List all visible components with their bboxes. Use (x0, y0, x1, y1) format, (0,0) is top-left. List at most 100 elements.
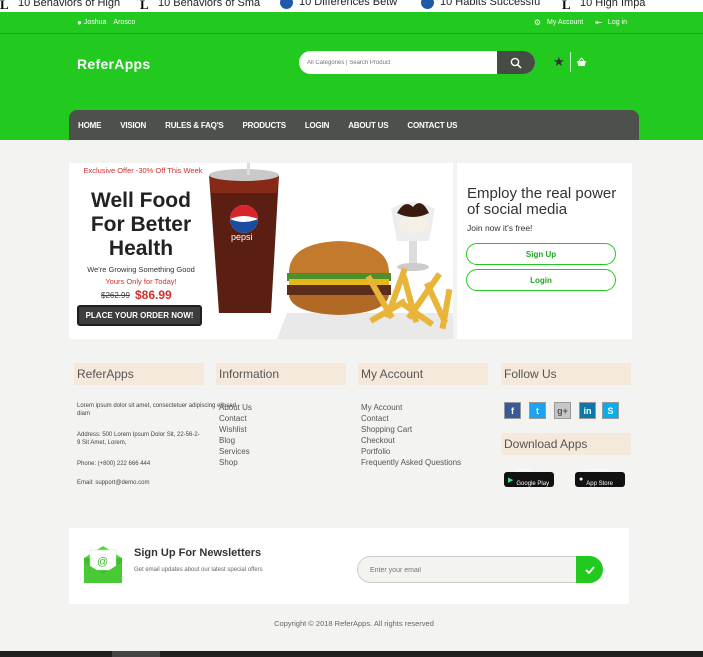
newsletter-subtitle: Get email updates about our latest speci… (134, 567, 263, 573)
footer-link-contact[interactable]: Contact (361, 413, 461, 424)
copyright: Copyright © 2018 ReferApps. All rights r… (274, 619, 434, 628)
letter-l-icon: L (140, 0, 149, 12)
user-first-name: Joshua (83, 19, 107, 26)
footer-download-title: Download Apps (501, 433, 631, 455)
blue-circle-icon (421, 0, 434, 9)
app-store-top-text: Available on the (586, 468, 608, 472)
app-store-badge[interactable]: ● Available on the App Store (575, 468, 625, 487)
browser-tab[interactable]: 10 Habits Successfu (421, 0, 548, 9)
footer-link-portfolio[interactable]: Portfolio (361, 446, 461, 457)
browser-tab-label: 10 Behaviors of High (18, 0, 121, 9)
nav-about-us[interactable]: ABOUT US (348, 121, 388, 130)
twitter-icon[interactable]: t (529, 402, 546, 419)
banner-headline: Well Food For Better Health (90, 189, 192, 260)
checkmark-icon (584, 565, 595, 574)
linkedin-icon[interactable]: in (579, 402, 596, 419)
letter-l-icon: L (0, 0, 9, 12)
divider (569, 52, 571, 72)
footer-link-about-us[interactable]: About Us (219, 402, 252, 413)
login-link[interactable]: Log in (608, 19, 627, 26)
footer-link-wishlist[interactable]: Wishlist (219, 424, 252, 435)
footer-link-shopping-cart[interactable]: Shopping Cart (361, 424, 461, 435)
nav-home[interactable]: HOME (78, 121, 101, 130)
newsletter-submit-button[interactable] (576, 556, 603, 583)
social-signup-card: Employ the real power of social media Jo… (457, 163, 632, 339)
browser-tab-label: 10 Differences Betw (299, 0, 398, 8)
cup-brand-label: pepsi (231, 232, 253, 242)
nav-vision[interactable]: VISION (120, 121, 146, 130)
footer-link-my-account[interactable]: My Account (361, 402, 461, 413)
footer-about-title: ReferApps (74, 363, 204, 385)
wishlist-star-icon[interactable]: ★ (553, 54, 565, 70)
skype-icon[interactable]: S (602, 402, 619, 419)
shopping-basket-icon[interactable] (576, 57, 587, 67)
footer-link-shop[interactable]: Shop (219, 457, 252, 468)
letter-l-icon: L (562, 0, 571, 12)
footer-information-title: Information (216, 363, 346, 385)
nav-login[interactable]: LOGIN (305, 121, 330, 130)
place-order-button[interactable]: PLACE YOUR ORDER NOW! (77, 305, 202, 326)
nav-rules-faqs[interactable]: RULES & FAQ'S (165, 121, 224, 130)
promo-banner[interactable]: Exclusive Offer -30% Off This Week Well … (69, 163, 453, 339)
browser-tab-label: 10 High Impa (580, 0, 646, 9)
gear-icon: ⚙ (533, 18, 542, 27)
footer-phone: Phone: (+800) 222 666 444 (77, 461, 151, 467)
old-price: $262.99 (101, 291, 130, 300)
nav-products[interactable]: PRODUCTS (243, 121, 286, 130)
footer-link-checkout[interactable]: Checkout (361, 435, 461, 446)
browser-tab[interactable]: L 10 Behaviors of High (0, 0, 126, 12)
food-image: pepsi (209, 163, 453, 339)
google-play-badge[interactable]: ▶ GET IT ON Google Play (504, 468, 554, 487)
svg-text:@: @ (97, 556, 108, 568)
footer-about-desc: Lorem ipsum dolor sit amet, consectetuer… (77, 403, 237, 417)
facebook-icon[interactable]: f (504, 402, 521, 419)
login-icon: ⇤ (595, 18, 602, 27)
browser-tab-label: 10 Behaviors of Sma (158, 0, 261, 9)
footer-link-blog[interactable]: Blog (219, 435, 252, 446)
newsletter-email-field (357, 556, 577, 583)
search-input[interactable] (307, 56, 492, 70)
footer-follow-title: Follow Us (501, 363, 631, 385)
taskbar (0, 651, 703, 657)
taskbar-item[interactable] (112, 651, 160, 657)
browser-tab-strip: L 10 Behaviors of High L 10 Behaviors of… (0, 0, 703, 12)
new-price: $86.99 (135, 288, 172, 302)
banner-today: Yours Only for Today! (105, 277, 177, 286)
blue-circle-icon (280, 0, 293, 9)
information-links: About Us Contact Wishlist Blog Services … (219, 402, 252, 468)
social-card-title: Employ the real power of social media (467, 185, 617, 218)
search-bar (299, 51, 535, 74)
play-store-icon: ▶ (508, 476, 514, 484)
browser-tab-label: 10 Habits Successfu (440, 0, 541, 8)
newsletter-email-input[interactable] (370, 564, 560, 576)
nav-contact-us[interactable]: CONTACT US (407, 121, 457, 130)
google-play-top-text: GET IT ON (516, 468, 532, 472)
site-logo[interactable]: ReferApps (77, 56, 151, 72)
app-store-text: App Store (586, 481, 613, 487)
footer-account-title: My Account (358, 363, 488, 385)
footer-link-faq[interactable]: Frequently Asked Questions (361, 457, 461, 468)
browser-tab[interactable]: L 10 Behaviors of Sma (140, 0, 266, 12)
top-bar: ● Joshua Arosco ⚙ My Account ⇤ Log in (0, 12, 703, 34)
banner-tagline: We're Growing Something Good (87, 265, 195, 274)
user-info[interactable]: ● Joshua Arosco (77, 18, 140, 27)
footer-email[interactable]: Email: support@demo.com (77, 479, 217, 487)
browser-tab[interactable]: 10 Differences Betw (280, 0, 407, 9)
footer-link-contact[interactable]: Contact (219, 413, 252, 424)
banner-offer: Exclusive Offer -30% Off This Week (83, 166, 203, 175)
my-account-link[interactable]: My Account (547, 19, 583, 26)
footer-link-services[interactable]: Services (219, 446, 252, 457)
footer-address: Address: 500 Lorem Ipsum Dolor Sit, 22-5… (77, 432, 200, 446)
main-nav: HOME VISION RULES & FAQ'S PRODUCTS LOGIN… (69, 110, 639, 140)
newsletter-section: @ Sign Up For Newsletters Get email upda… (69, 528, 629, 604)
google-plus-icon[interactable]: g+ (554, 402, 571, 419)
login-button[interactable]: Login (466, 269, 616, 291)
envelope-icon: @ (84, 546, 122, 583)
sign-up-button[interactable]: Sign Up (466, 243, 616, 265)
user-last-name: Arosco (113, 19, 136, 26)
account-links: My Account Contact Shopping Cart Checkou… (361, 402, 461, 468)
browser-tab[interactable]: L 10 High Impa (562, 0, 688, 12)
apple-icon: ● (579, 476, 584, 483)
user-icon: ● (77, 18, 82, 27)
search-button[interactable] (497, 51, 535, 74)
